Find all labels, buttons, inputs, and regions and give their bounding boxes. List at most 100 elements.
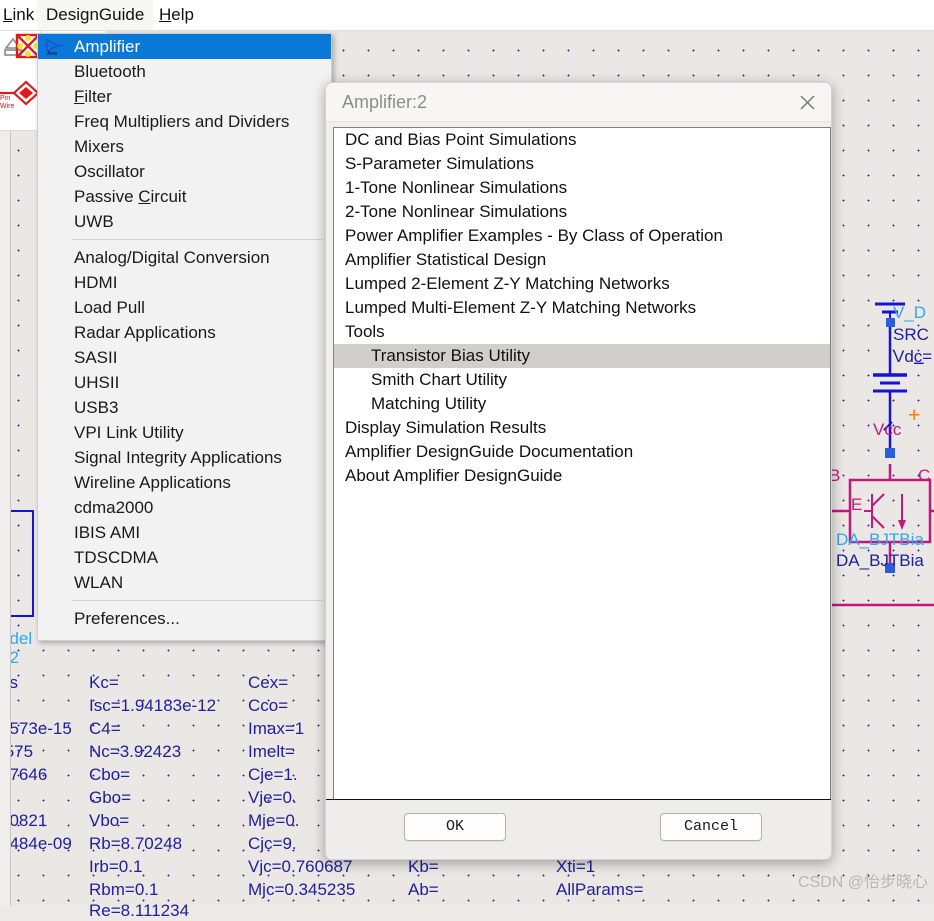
list-item-label: 1-Tone Nonlinear Simulations [345, 178, 568, 197]
svg-text:Pin: Pin [0, 95, 10, 102]
menu-item-label: UHSII [74, 373, 120, 392]
list-item-label: DC and Bias Point Simulations [345, 130, 577, 149]
menu-item-filter[interactable]: Filter [38, 84, 331, 109]
menu-item-wlan[interactable]: WLAN [38, 570, 331, 595]
watermark-text: CSDN @怡步晓心 [797, 874, 928, 891]
list-item-label: About Amplifier DesignGuide [345, 466, 563, 485]
schematic-param-label: Cbo= [89, 765, 131, 784]
schematic-param-label: Isc=1.94183e-12 [89, 696, 217, 715]
menu-item-uwb[interactable]: UWB [38, 209, 331, 234]
menu-item-uhsii[interactable]: UHSII [38, 370, 331, 395]
menu-item-label: IBIS AMI [74, 523, 141, 542]
menu-item-label: VPI Link Utility [74, 423, 184, 442]
menu-item-freq-multipliers-and-dividers[interactable]: Freq Multipliers and Dividers [38, 109, 331, 134]
list-item-label: Amplifier Statistical Design [345, 250, 547, 269]
schematic-param-label: Mjc=0.345235 [248, 880, 356, 899]
schematic-wire [820, 603, 934, 607]
menu-item-label: TDSCDMA [74, 548, 159, 567]
schematic-param-label: Nc=3.92423 [89, 742, 182, 761]
menu-item-tdscdma[interactable]: TDSCDMA [38, 545, 331, 570]
schematic-terminal-label: C [918, 466, 931, 485]
menu-item-label: Amplifier [74, 37, 141, 56]
schematic-param-label: Cco= [248, 696, 289, 715]
schematic-param-label: Imax=1 [248, 719, 305, 738]
ok-button[interactable]: OK [404, 813, 506, 841]
amplifier-icon: Amp [44, 38, 63, 55]
menu-item-label: Freq Multipliers and Dividers [74, 112, 290, 131]
list-item-label: Lumped 2-Element Z-Y Matching Networks [345, 274, 670, 293]
close-button[interactable] [785, 83, 831, 121]
schematic-param-label: Imelt= [248, 742, 295, 761]
list-item[interactable]: Display Simulation Results [334, 416, 830, 440]
toolbar-panel: Pin Wire [0, 30, 68, 130]
menu-item-label: Radar Applications [74, 323, 216, 342]
menu-item-mixers[interactable]: Mixers [38, 134, 331, 159]
menu-item-bluetooth[interactable]: Bluetooth [38, 59, 331, 84]
list-item[interactable]: About Amplifier DesignGuide [334, 464, 830, 488]
menu-item-hdmi[interactable]: HDMI [38, 270, 331, 295]
list-item[interactable]: Lumped Multi-Element Z-Y Matching Networ… [334, 296, 830, 320]
cancel-button[interactable]: Cancel [660, 813, 762, 841]
menu-item-analog-digital-conversion[interactable]: Analog/Digital Conversion [38, 245, 331, 270]
menu-item-label: Analog/Digital Conversion [74, 248, 270, 267]
menu-group-primary: Amp Amplifier Bluetooth Filter Freq Multipli… [38, 34, 331, 234]
designguide-dropdown-menu[interactable]: Amp Amplifier Bluetooth Filter Freq Multipli… [37, 33, 332, 641]
voltage-source-symbol: − + [873, 302, 925, 458]
close-icon [800, 95, 815, 110]
schematic-param-label: Mje=0. [248, 811, 300, 830]
menu-item-label: Preferences... [74, 609, 180, 628]
list-item-label: Display Simulation Results [345, 418, 547, 437]
menu-item-cdma2000[interactable]: cdma2000 [38, 495, 331, 520]
menu-item-label: USB3 [74, 398, 119, 417]
menu-item-amplifier[interactable]: Amp Amplifier [38, 34, 331, 59]
menu-item-label: Filter [74, 87, 112, 106]
list-item-label: S-Parameter Simulations [345, 154, 534, 173]
menu-help[interactable]: Help [150, 0, 203, 30]
menu-item-ibis-ami[interactable]: IBIS AMI [38, 520, 331, 545]
menu-group-secondary: Analog/Digital Conversion HDMI Load Pull Ra… [38, 245, 331, 595]
menu-separator-1 [72, 239, 323, 240]
menu-item-preferences[interactable]: Preferences... [38, 606, 331, 631]
menu-item-label: WLAN [74, 573, 124, 592]
schematic-source-label: V_D [893, 303, 927, 322]
schematic-source-label: Vdc= [893, 347, 933, 366]
schematic-param-label: AllParams= [556, 880, 644, 899]
list-item[interactable]: Amplifier DesignGuide Documentation [334, 440, 830, 464]
list-item[interactable]: Matching Utility [334, 392, 830, 416]
dialog-button-row: OK Cancel [326, 799, 831, 859]
menu-item-signal-integrity-applications[interactable]: Signal Integrity Applications [38, 445, 331, 470]
menu-item-label: Wireline Applications [74, 473, 231, 492]
menu-item-sasii[interactable]: SASII [38, 345, 331, 370]
menu-item-oscillator[interactable]: Oscillator [38, 159, 331, 184]
list-item[interactable]: S-Parameter Simulations [334, 152, 830, 176]
menu-item-wireline-applications[interactable]: Wireline Applications [38, 470, 331, 495]
menu-item-radar-applications[interactable]: Radar Applications [38, 320, 331, 345]
list-item[interactable]: 1-Tone Nonlinear Simulations [334, 176, 830, 200]
list-item-label: Power Amplifier Examples - By Class of O… [345, 226, 723, 245]
schematic-param-label: Ab= [408, 880, 439, 899]
dialog-title-bar[interactable]: Amplifier:2 [326, 83, 831, 122]
schematic-terminal-label: E [851, 495, 863, 514]
menu-item-vpi-link-utility[interactable]: VPI Link Utility [38, 420, 331, 445]
list-item[interactable]: Lumped 2-Element Z-Y Matching Networks [334, 272, 830, 296]
menu-item-passive-circuit[interactable]: Passive Circuit [38, 184, 331, 209]
list-item[interactable]: 2-Tone Nonlinear Simulations [334, 200, 830, 224]
list-item[interactable]: Power Amplifier Examples - By Class of O… [334, 224, 830, 248]
amplifier-dialog[interactable]: Amplifier:2 DC and Bias Point Simulation… [325, 82, 832, 860]
list-item[interactable]: Tools [334, 320, 830, 344]
schematic-device-label: DA_BJTBia [836, 551, 924, 570]
menu-item-usb3[interactable]: USB3 [38, 395, 331, 420]
menu-item-label: SASII [74, 348, 118, 367]
list-item[interactable]: Amplifier Statistical Design [334, 248, 830, 272]
schematic-param-label: Vje=0. [248, 788, 297, 807]
list-item[interactable]: Smith Chart Utility [334, 368, 830, 392]
menu-item-load-pull[interactable]: Load Pull [38, 295, 331, 320]
list-item[interactable]: Transistor Bias Utility [334, 344, 830, 368]
designguide-item-list[interactable]: DC and Bias Point Simulations S-Parameter… [333, 127, 831, 859]
schematic-param-label: Re=8.111234 [89, 901, 190, 920]
list-item[interactable]: DC and Bias Point Simulations [334, 128, 830, 152]
menu-designguide[interactable]: DesignGuide [37, 0, 154, 30]
schematic-param-label: C4= [89, 719, 121, 738]
list-item-label: Smith Chart Utility [371, 370, 508, 389]
list-item-label: Matching Utility [371, 394, 487, 413]
